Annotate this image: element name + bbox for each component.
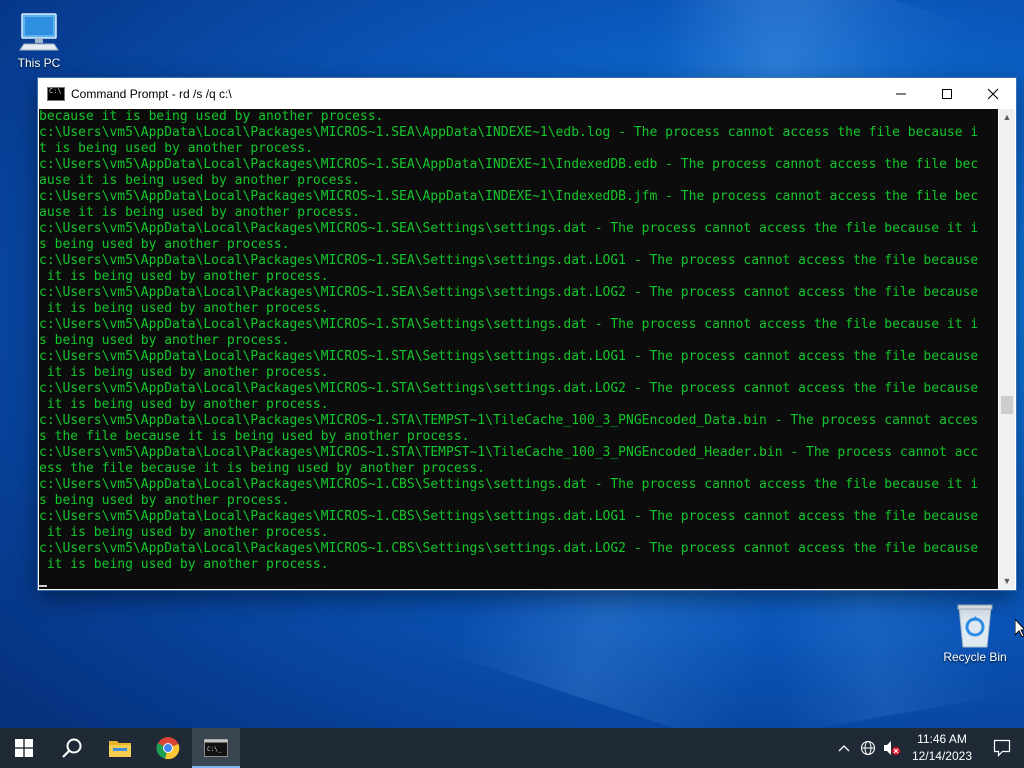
system-tray: 11:46 AM 12/14/2023 <box>832 728 1024 768</box>
computer-icon <box>1 8 77 56</box>
search-button[interactable] <box>48 728 96 768</box>
console-line: it is being used by another process. <box>39 525 329 540</box>
desktop-icon-this-pc[interactable]: This PC <box>1 8 77 70</box>
command-prompt-icon <box>47 86 65 101</box>
notification-icon <box>993 739 1011 757</box>
console-line: it is being used by another process. <box>39 301 329 316</box>
text-cursor <box>39 585 47 587</box>
console-line: c:\Users\vm5\AppData\Local\Packages\MICR… <box>39 189 979 204</box>
minimize-button[interactable] <box>878 78 924 109</box>
taskbar-command-prompt[interactable]: C:\_ <box>192 728 240 768</box>
console-line: t is being used by another process. <box>39 141 313 156</box>
action-center-button[interactable] <box>980 728 1024 768</box>
start-button[interactable] <box>0 728 48 768</box>
console-line: s being used by another process. <box>39 237 290 252</box>
console-line: c:\Users\vm5\AppData\Local\Packages\MICR… <box>39 317 979 332</box>
console-line: c:\Users\vm5\AppData\Local\Packages\MICR… <box>39 125 979 140</box>
console-line: c:\Users\vm5\AppData\Local\Packages\MICR… <box>39 477 979 492</box>
svg-text:C:\_: C:\_ <box>207 746 222 753</box>
console-line: ause it is being used by another process… <box>39 173 360 188</box>
console-line: because it is being used by another proc… <box>39 109 384 124</box>
taskbar-clock[interactable]: 11:46 AM 12/14/2023 <box>904 731 980 765</box>
command-prompt-icon: C:\_ <box>204 739 228 757</box>
console-line: s being used by another process. <box>39 333 290 348</box>
desktop-icon-label: Recycle Bin <box>943 650 1007 664</box>
console-line: c:\Users\vm5\AppData\Local\Packages\MICR… <box>39 509 979 524</box>
chrome-icon <box>156 737 180 760</box>
console-line: ause it is being used by another process… <box>39 205 360 220</box>
console-line: c:\Users\vm5\AppData\Local\Packages\MICR… <box>39 285 979 300</box>
console-line: s being used by another process. <box>39 493 290 508</box>
console-line: it is being used by another process. <box>39 557 329 572</box>
taskbar-chrome[interactable] <box>144 728 192 768</box>
console-line: s the file because it is being used by a… <box>39 429 470 444</box>
maximize-icon <box>942 88 952 99</box>
scroll-down-arrow-icon[interactable]: ▼ <box>999 573 1015 589</box>
console-line: it is being used by another process. <box>39 365 329 380</box>
console-line: c:\Users\vm5\AppData\Local\Packages\MICR… <box>39 541 979 556</box>
title-bar[interactable]: Command Prompt - rd /s /q c:\ <box>38 78 1016 109</box>
console-line: c:\Users\vm5\AppData\Local\Packages\MICR… <box>39 381 979 396</box>
clock-date: 12/14/2023 <box>911 749 972 763</box>
file-explorer-icon <box>109 741 131 757</box>
console-line: c:\Users\vm5\AppData\Local\Packages\MICR… <box>39 445 979 460</box>
close-button[interactable] <box>970 78 1016 109</box>
console-line: c:\Users\vm5\AppData\Local\Packages\MICR… <box>39 221 979 236</box>
taskbar: C:\_ 11:46 AM 12/14/2023 <box>0 728 1024 768</box>
window-title: Command Prompt - rd /s /q c:\ <box>71 86 232 101</box>
scroll-up-arrow-icon[interactable]: ▲ <box>999 109 1015 125</box>
recycle-bin-icon <box>937 602 1013 650</box>
mouse-cursor-icon <box>1014 617 1024 642</box>
volume-muted-icon[interactable] <box>880 728 904 768</box>
console-line: c:\Users\vm5\AppData\Local\Packages\MICR… <box>39 157 979 172</box>
console-output[interactable]: because it is being used by another proc… <box>39 109 998 589</box>
command-prompt-window[interactable]: Command Prompt - rd /s /q c:\ because it… <box>38 78 1016 590</box>
scrollbar-thumb[interactable] <box>1001 396 1013 414</box>
console-line: c:\Users\vm5\AppData\Local\Packages\MICR… <box>39 413 979 428</box>
clock-time: 11:46 AM <box>917 732 967 746</box>
desktop-icon-recycle-bin[interactable]: Recycle Bin <box>937 602 1013 664</box>
vertical-scrollbar[interactable]: ▲ ▼ <box>999 109 1015 589</box>
console-line: ess the file because it is being used by… <box>39 461 486 476</box>
windows-start-icon <box>15 739 33 757</box>
close-icon <box>987 88 999 99</box>
taskbar-file-explorer[interactable] <box>96 728 144 768</box>
minimize-icon <box>896 93 906 94</box>
console-line: it is being used by another process. <box>39 269 329 284</box>
search-icon <box>62 738 82 758</box>
console-line: c:\Users\vm5\AppData\Local\Packages\MICR… <box>39 349 979 364</box>
console-line: it is being used by another process. <box>39 397 329 412</box>
maximize-button[interactable] <box>924 78 970 109</box>
network-globe-icon[interactable] <box>856 728 880 768</box>
console-line: c:\Users\vm5\AppData\Local\Packages\MICR… <box>39 253 979 268</box>
desktop-icon-label: This PC <box>17 56 61 70</box>
show-hidden-icons-chevron-icon[interactable] <box>832 728 856 768</box>
